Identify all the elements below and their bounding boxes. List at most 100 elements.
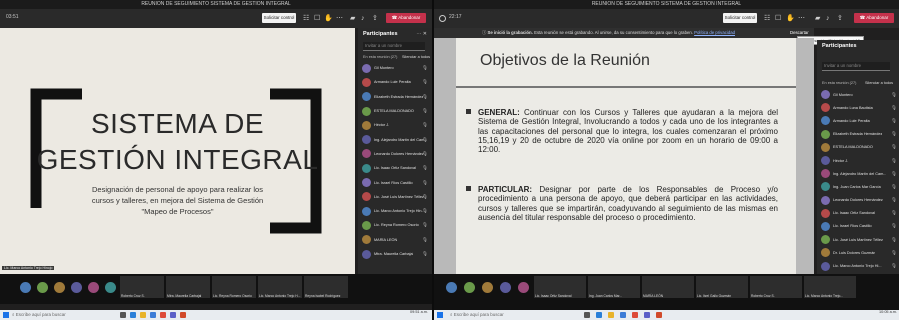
leave-button[interactable]: ☎ Abandonar [854,13,894,23]
participant-row[interactable]: ESTELA MALDONADO 🎙 [821,141,897,154]
avatar [821,129,830,139]
video-tile[interactable]: Lic. Reyna Romero Osorio [212,276,256,298]
participant-row[interactable]: Lic. Marco Antonio Trejo Hin... 🎙 [362,204,428,218]
mic-muted-icon: 🎙 [891,91,897,97]
participant-row[interactable]: Lic. José Luis Martínez Téllez 🎙 [362,190,428,204]
participant-row[interactable]: Lic. Isaac Ortiz Sandoval 🎙 [821,207,897,220]
teams-icon[interactable] [170,312,176,318]
invite-search-input[interactable]: Invitar a un nombre [363,42,425,51]
participant-row[interactable]: Lic. Israel Ríos Castillo 🎙 [362,175,428,189]
participant-row[interactable]: Lic. Israel Ríos Castillo 🎙 [821,220,897,233]
tile-caption: Ing. Juan Carlos Mar... [589,294,623,298]
participant-row[interactable]: Elizabeth Estrada Hernández 🎙 [362,90,428,104]
attendee-avatar[interactable] [54,282,65,293]
chrome-icon[interactable] [160,312,166,318]
camera-icon[interactable]: ▰ [350,14,355,23]
participant-row[interactable]: Lic. Reyna Romero Osorio 🎙 [362,218,428,232]
attendee-avatar[interactable] [105,282,116,293]
powerpoint-icon[interactable] [656,312,662,318]
privacy-link[interactable]: Política de privacidad [694,30,735,35]
attendee-avatar[interactable] [482,282,493,293]
close-icon[interactable]: ⋯ ✕ [416,31,427,37]
mic-icon[interactable]: ♪ [826,14,830,23]
participant-row[interactable]: Leonardo Dolores Hernández 🎙 [821,194,897,207]
attendee-avatar[interactable] [71,282,82,293]
participant-row[interactable]: MARÍA LEÓN 🎙 [362,233,428,247]
mute-all-button[interactable]: Silenciar a todos [402,55,430,59]
video-tile[interactable]: Ing. Juan Carlos Mar... [588,276,640,298]
avatar [821,169,830,179]
teams-icon[interactable] [644,312,650,318]
avatar [362,63,371,73]
chat-icon[interactable]: ☐ [775,14,781,23]
participant-row[interactable]: Ing. Alejandro Martín del Cam... 🎙 [362,132,428,146]
share-icon[interactable]: ⇪ [837,14,843,23]
participants-icon[interactable]: ☷ [764,14,770,23]
attendee-avatar[interactable] [37,282,48,293]
chat-icon[interactable]: ☐ [314,14,320,23]
attendee-avatar[interactable] [88,282,99,293]
task-view-icon[interactable] [120,312,126,318]
more-options-icon[interactable]: ⋯ [336,14,343,23]
windows-start-icon[interactable] [437,312,443,318]
taskbar-search-input[interactable]: ⌕ Escribe aquí para buscar [450,311,560,319]
raise-hand-icon[interactable]: ✋ [324,14,333,23]
participant-list: Gil Montero 🎙 Armando Luna Bautista 🎙 Armand… [821,88,897,273]
edge-icon[interactable] [596,312,602,318]
participant-row[interactable]: Lic. Marco Antonio Trejo Hi... 🎙 [821,259,897,272]
edge-icon[interactable] [130,312,136,318]
participant-row[interactable]: Gil Montero 🎙 [821,88,897,101]
chrome-icon[interactable] [632,312,638,318]
avatar [821,103,830,113]
windows-start-icon[interactable] [3,312,9,318]
mute-all-button[interactable]: Silenciar a todos [865,81,893,85]
video-tile[interactable]: Reyna Isabel Rodríguez [304,276,348,298]
more-options-icon[interactable]: ⋯ [798,14,805,23]
invite-search-input[interactable]: Invitar a un nombre [822,62,890,71]
participant-row[interactable]: Leonardo Dolores Hernández 🎙 [362,147,428,161]
folder-icon[interactable] [140,312,146,318]
leave-button[interactable]: ☎ Abandonar [386,13,426,23]
participant-row[interactable]: Mtra. Maurelia Carbajal 🎙 [362,247,428,261]
participant-row[interactable]: Lic. Isaac Ortiz Sandoval 🎙 [362,161,428,175]
participant-row[interactable]: Armando Luna Bautista 🎙 [821,101,897,114]
participant-row[interactable]: Ing. Juan Carlos Mar García 🎙 [821,180,897,193]
powerpoint-icon[interactable] [180,312,186,318]
camera-icon[interactable]: ▰ [815,14,820,23]
attendee-avatar[interactable] [518,282,529,293]
taskbar-search-input[interactable]: ⌕ Escribe aquí para buscar [12,311,112,319]
participant-row[interactable]: Ing. Alejandro Martín del Cam... 🎙 [821,167,897,180]
attendee-avatar[interactable] [500,282,511,293]
participant-row[interactable]: Gil Montero 🎙 [362,61,428,75]
mail-icon[interactable] [620,312,626,318]
folder-icon[interactable] [608,312,614,318]
video-tile[interactable]: Lic. Isaac Ortiz Sandoval [534,276,586,298]
participant-row[interactable]: Héctor J. 🎙 [821,154,897,167]
attendee-avatar[interactable] [20,282,31,293]
video-tile[interactable]: Lic. Marco Antonio Trejo H... [258,276,302,298]
slide-title-line2: GESTIÓN INTEGRAL [36,144,319,175]
attendee-avatar[interactable] [446,282,457,293]
request-control-button[interactable]: Solicitar control [723,13,757,23]
video-tile[interactable]: Lic. Marco Antonio Trejo... [804,276,856,298]
task-view-icon[interactable] [584,312,590,318]
participant-row[interactable]: Elizabeth Estrada Hernández 🎙 [821,128,897,141]
raise-hand-icon[interactable]: ✋ [786,14,795,23]
participant-row[interactable]: Héctor J. 🎙 [362,118,428,132]
participant-row[interactable]: Lic. José Luis Martínez Téllez 🎙 [821,233,897,246]
video-tile[interactable]: Mtra. Maurelia Carbajal [166,276,210,298]
mail-icon[interactable] [150,312,156,318]
video-tile[interactable]: Lic. Itzel Gallo Guzmán [696,276,748,298]
share-icon[interactable]: ⇪ [372,14,378,23]
request-control-button[interactable]: Solicitar control [262,13,296,23]
attendee-avatar[interactable] [464,282,475,293]
participant-row[interactable]: ESTELA MALDONADO 🎙 [362,104,428,118]
mic-icon[interactable]: ♪ [361,14,365,23]
video-tile[interactable]: Roberto Cruz S. [120,276,164,298]
participants-icon[interactable]: ☷ [303,14,309,23]
participant-row[interactable]: Dr. Luis Dolores Guzmán 🎙 [821,246,897,259]
video-tile[interactable]: MARÍA LEÓN [642,276,694,298]
participant-row[interactable]: Armando Lule Peralta 🎙 [821,114,897,127]
video-tile[interactable]: Roberto Cruz S. [750,276,802,298]
participant-row[interactable]: Armando Lule Peralta 🎙 [362,75,428,89]
